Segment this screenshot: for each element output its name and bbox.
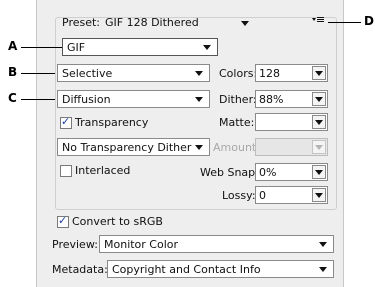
lossy-label: Lossy: [222,189,256,202]
color-reduction-value: Selective [62,67,113,80]
transparency-dither-select[interactable]: No Transparency Dither [57,138,210,156]
metadata-select[interactable]: Copyright and Contact Info [107,260,334,278]
colors-label: Colors: [219,67,258,80]
convert-srgb-label: Convert to sRGB [72,215,163,228]
chevron-down-icon [315,193,323,198]
interlaced-label: Interlaced [75,164,131,177]
dither-value: 88% [259,93,284,106]
callout-a: A [8,39,18,53]
preview-select[interactable]: Monitor Color [99,235,334,253]
interlaced-checkbox[interactable] [60,165,72,177]
lossy-value: 0 [259,189,266,202]
dither-dropdown-button[interactable] [312,92,326,106]
convert-srgb-checkbox[interactable]: ✓ [57,214,69,228]
dither-label: Dither: [219,93,257,106]
format-select[interactable]: GIF [62,38,218,56]
preview-label: Preview: [52,238,98,251]
chevron-down-icon [241,21,249,26]
dither-algorithm-value: Diffusion [62,93,111,106]
chevron-down-icon [315,145,323,150]
matte-dropdown-button[interactable] [312,115,326,129]
dither-combo[interactable]: 88% [255,90,328,108]
chevron-down-icon [319,242,327,247]
callout-a-line [21,47,62,48]
callout-d: D [364,14,374,28]
callout-b-line [21,73,55,74]
amount-dropdown-button [312,140,326,154]
transparency-label: Transparency [75,116,149,129]
chevron-down-icon [319,267,327,272]
transparency-checkbox[interactable]: ✓ [60,115,72,129]
preset-value: GIF 128 Dithered [105,16,199,29]
lossy-dropdown-button[interactable] [312,188,326,202]
preset-label: Preset: [62,16,101,29]
format-value: GIF [67,41,86,54]
chevron-down-icon [195,71,203,76]
amount-combo [255,138,328,156]
web-snap-label: Web Snap: [200,166,259,179]
colors-dropdown-button[interactable] [312,66,326,80]
chevron-down-icon [315,71,323,76]
chevron-down-icon [315,170,323,175]
colors-value: 128 [259,67,280,80]
web-snap-value: 0% [259,166,277,179]
callout-c-line [21,99,55,100]
checkmark-icon: ✓ [61,115,71,128]
callout-c: C [8,91,17,105]
metadata-label: Metadata: [52,263,108,276]
preview-value: Monitor Color [104,238,179,251]
checkmark-icon: ✓ [58,214,68,227]
web-snap-combo[interactable]: 0% [255,163,328,181]
chevron-down-icon [195,145,203,150]
color-reduction-select[interactable]: Selective [57,64,210,82]
panel-menu-icon[interactable] [312,15,326,28]
chevron-down-icon [203,45,211,50]
web-snap-dropdown-button[interactable] [312,165,326,179]
preset-select[interactable]: GIF 128 Dithered [105,14,255,30]
callout-d-line [328,22,361,23]
colors-combo[interactable]: 128 [255,64,328,82]
matte-combo[interactable] [255,113,328,131]
callout-b: B [8,65,18,79]
dither-algorithm-select[interactable]: Diffusion [57,90,210,108]
chevron-down-icon [195,97,203,102]
metadata-value: Copyright and Contact Info [112,263,261,276]
chevron-down-icon [315,97,323,102]
chevron-down-icon [315,120,323,125]
matte-label: Matte: [219,116,255,129]
amount-label: Amount: [213,141,260,154]
lossy-combo[interactable]: 0 [255,186,328,204]
transparency-dither-value: No Transparency Dither [62,141,192,154]
